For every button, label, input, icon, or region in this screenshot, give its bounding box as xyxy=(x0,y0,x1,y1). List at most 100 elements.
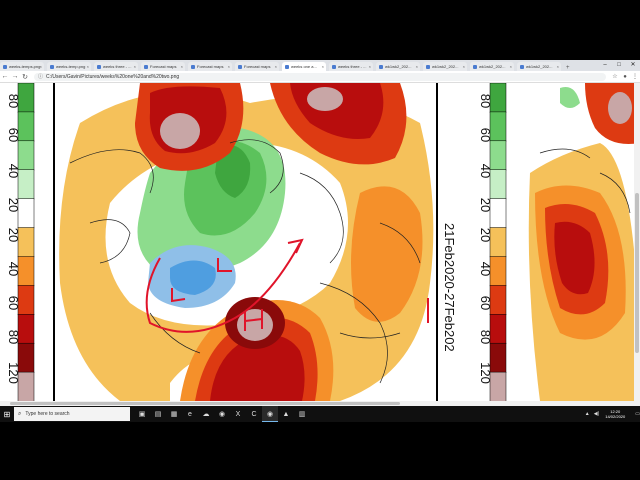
browser-tab[interactable]: wk1wk2_202... × xyxy=(423,62,467,71)
tab-favicon-icon xyxy=(238,64,242,69)
horizontal-scroll-thumb[interactable] xyxy=(10,402,400,405)
tab-label: weeks-temp.png xyxy=(56,64,86,69)
browser-tab[interactable]: Forecast maps × xyxy=(141,62,185,71)
green-app-icon[interactable]: ▲ xyxy=(278,406,294,422)
close-tab-icon[interactable]: × xyxy=(510,64,512,69)
notification-icon[interactable]: ▭ xyxy=(635,411,640,417)
scale-label: 20 xyxy=(6,228,21,242)
tab-favicon-icon xyxy=(3,64,7,69)
tab-label: Forecast maps xyxy=(150,64,177,69)
tab-label: Forecast maps xyxy=(197,64,224,69)
excel-icon[interactable]: X xyxy=(230,406,246,422)
close-tab-icon[interactable]: × xyxy=(416,64,418,69)
vertical-scrollbar[interactable] xyxy=(634,83,640,401)
scale-label: 40 xyxy=(6,164,21,178)
close-window-button[interactable]: ✕ xyxy=(626,60,640,71)
profile-icon[interactable]: ● xyxy=(620,74,630,80)
windows-taskbar: ⊞ ⌕ Type here to search ▣ ▤ ▦ e ☁ ◉ X C ◉ ▲ ▥ ▲ ◀)… xyxy=(0,406,640,422)
maximize-button[interactable]: □ xyxy=(612,60,626,71)
clock[interactable]: 12:20 14/02/2020 xyxy=(605,409,625,419)
close-tab-icon[interactable]: × xyxy=(322,64,324,69)
image-viewport: 80 60 40 20 20 40 60 80 120 21Feb2020-27… xyxy=(0,83,640,401)
scale-label: 20 xyxy=(478,228,493,242)
tab-label: wk1wk2_202... xyxy=(432,64,459,69)
browser-tab[interactable]: wk1wk2_202... × xyxy=(517,62,561,71)
tab-favicon-icon xyxy=(379,64,383,69)
browser-tab[interactable]: Forecast maps × xyxy=(235,62,279,71)
windows-icon: ⊞ xyxy=(3,409,11,419)
forward-button[interactable]: → xyxy=(10,73,20,80)
browser-tab-strip: weeks-temps.png × weeks-temp.png × weeks thr… xyxy=(0,60,640,71)
close-tab-icon[interactable]: × xyxy=(87,64,89,69)
start-button[interactable]: ⊞ xyxy=(0,406,14,422)
browser-tab[interactable]: Forecast maps × xyxy=(188,62,232,71)
reload-button[interactable]: ↻ xyxy=(20,73,30,81)
onedrive-icon[interactable]: ☁ xyxy=(198,406,214,422)
volume-icon[interactable]: ◀) xyxy=(594,411,600,417)
chrome-2-icon[interactable]: ◉ xyxy=(262,406,278,422)
tab-favicon-icon xyxy=(285,64,289,69)
close-tab-icon[interactable]: × xyxy=(181,64,183,69)
close-tab-icon[interactable]: × xyxy=(40,64,42,69)
browser-tab[interactable]: wk1wk2_202... × xyxy=(376,62,420,71)
edge-icon[interactable]: e xyxy=(182,406,198,422)
browser-tab[interactable]: weeks-temps.png × xyxy=(0,62,44,71)
scale-label: 40 xyxy=(6,262,21,276)
scale-label: 60 xyxy=(478,296,493,310)
notes-icon[interactable]: ▥ xyxy=(294,406,310,422)
menu-icon[interactable]: ⋮ xyxy=(630,73,640,80)
scale-label: 60 xyxy=(6,296,21,310)
scale-label: 20 xyxy=(478,198,493,212)
vertical-scroll-thumb[interactable] xyxy=(635,193,639,353)
browser-tab[interactable]: weeks three - ... × xyxy=(94,62,138,71)
browser-tab[interactable]: weeks-temp.png × xyxy=(47,62,91,71)
left-scale-labels: 80 60 40 20 20 40 60 80 120 xyxy=(6,94,21,384)
chrome-1-icon[interactable]: ◉ xyxy=(214,406,230,422)
browser-tab[interactable]: wk1wk2_202... × xyxy=(470,62,514,71)
browser-tab[interactable]: weeks one a... × xyxy=(282,62,326,71)
tab-label: wk1wk2_202... xyxy=(479,64,506,69)
close-tab-icon[interactable]: × xyxy=(134,64,136,69)
forecast-map-image: 8060402020406080120 21Feb2020-27Feb202 8… xyxy=(6,83,634,401)
clock-date: 14/02/2020 xyxy=(605,414,626,419)
task-view-icon[interactable]: ▣ xyxy=(134,406,150,422)
browser-tab[interactable]: weeks three - ... × xyxy=(329,62,373,71)
tab-label: Forecast maps xyxy=(244,64,271,69)
tab-favicon-icon xyxy=(520,64,524,69)
taskbar-search[interactable]: ⌕ Type here to search xyxy=(14,407,130,421)
close-tab-icon[interactable]: × xyxy=(557,64,559,69)
tab-favicon-icon xyxy=(426,64,430,69)
scale-label: 60 xyxy=(478,128,493,142)
window-controls: – □ ✕ xyxy=(598,60,640,71)
close-tab-icon[interactable]: × xyxy=(228,64,230,69)
close-tab-icon[interactable]: × xyxy=(275,64,277,69)
scale-label: 60 xyxy=(6,128,21,142)
tab-label: weeks-temps.png xyxy=(9,64,41,69)
file-icon: ⓘ xyxy=(38,74,44,80)
left-anomaly-map xyxy=(57,83,435,401)
taskbar-search-placeholder: Type here to search xyxy=(25,411,70,417)
scale-label: 40 xyxy=(478,262,493,276)
date-range-label: 21Feb2020-27Feb202 xyxy=(442,223,457,352)
search-icon: ⌕ xyxy=(18,410,22,417)
scale-label: 120 xyxy=(478,362,493,384)
tab-label: weeks one a... xyxy=(291,64,317,69)
back-button[interactable]: ← xyxy=(0,73,10,80)
scale-label: 40 xyxy=(478,164,493,178)
scale-label: 80 xyxy=(6,94,21,108)
close-tab-icon[interactable]: × xyxy=(463,64,465,69)
browser-toolbar: ← → ↻ ⓘ C:/Users/Gavin/Pictures/weeks%20… xyxy=(0,71,640,83)
store-icon[interactable]: ▦ xyxy=(166,406,182,422)
address-bar[interactable]: ⓘ C:/Users/Gavin/Pictures/weeks%20one%20… xyxy=(34,72,606,81)
star-icon[interactable]: ☆ xyxy=(610,73,620,80)
right-scale-labels: 80 60 40 20 20 40 60 80 120 xyxy=(478,94,493,384)
network-icon[interactable]: ▲ xyxy=(585,411,590,417)
file-explorer-icon[interactable]: ▤ xyxy=(150,406,166,422)
system-tray: ▲ ◀) 12:20 14/02/2020 ▭ xyxy=(581,406,640,422)
close-tab-icon[interactable]: × xyxy=(369,64,371,69)
minimize-button[interactable]: – xyxy=(598,60,612,71)
tab-favicon-icon xyxy=(50,64,54,69)
tab-favicon-icon xyxy=(332,64,336,69)
scale-label: 20 xyxy=(6,198,21,212)
camtasia-icon[interactable]: C xyxy=(246,406,262,422)
